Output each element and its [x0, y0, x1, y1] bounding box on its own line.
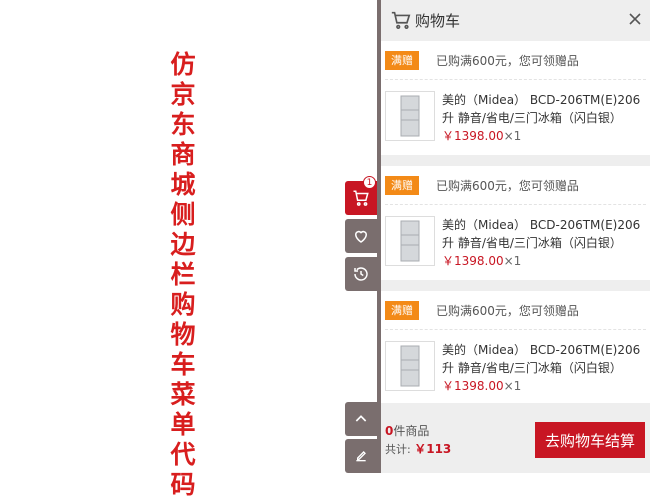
- price-value: ￥1398.00: [442, 379, 504, 393]
- price-value: ￥1398.00: [442, 254, 504, 268]
- cart-total: 共计: ￥113: [385, 440, 451, 457]
- close-icon[interactable]: [628, 12, 642, 26]
- cart-icon: [353, 190, 369, 206]
- edit-icon: [356, 451, 366, 462]
- promo-text: 已购满600元，您可领赠品: [436, 178, 579, 193]
- product-name[interactable]: 美的（Midea） BCD-206TM(E)206升 静音/省电/三门冰箱（闪白…: [442, 216, 648, 252]
- promo-row: 满赠 已购满600元，您可领赠品: [385, 41, 646, 80]
- promo-tag: 满赠: [385, 50, 419, 70]
- history-icon: [354, 267, 368, 281]
- quantity: ×1: [503, 129, 522, 143]
- cart-item[interactable]: 美的（Midea） BCD-206TM(E)206升 静音/省电/三门冰箱（闪白…: [381, 205, 650, 285]
- product-thumbnail[interactable]: [385, 216, 435, 266]
- product-thumbnail[interactable]: [385, 341, 435, 391]
- fridge-image: [400, 220, 420, 262]
- checkout-button[interactable]: 去购物车结算: [535, 422, 645, 458]
- heart-icon: [354, 230, 368, 243]
- item-count: 0件商品: [385, 422, 429, 439]
- item-count-label: 件商品: [393, 424, 430, 438]
- promo-text: 已购满600元，您可领赠品: [436, 53, 579, 68]
- cart-group: 满赠 已购满600元，您可领赠品 美的（Midea） BCD-206TM(E)2…: [381, 41, 650, 155]
- promo-text: 已购满600元，您可领赠品: [436, 303, 579, 318]
- cart-item[interactable]: 美的（Midea） BCD-206TM(E)206升 静音/省电/三门冰箱（闪白…: [381, 80, 650, 160]
- sidebar-toolbar: 1: [345, 0, 377, 473]
- product-name[interactable]: 美的（Midea） BCD-206TM(E)206升 静音/省电/三门冰箱（闪白…: [442, 341, 648, 377]
- fridge-image: [400, 95, 420, 137]
- promo-row: 满赠 已购满600元，您可领赠品: [385, 291, 646, 330]
- cart-icon: [391, 11, 411, 29]
- price-value: ￥1398.00: [442, 129, 504, 143]
- promo-tag: 满赠: [385, 175, 419, 195]
- fridge-image: [400, 345, 420, 387]
- promo-row: 满赠 已购满600元，您可领赠品: [385, 166, 646, 205]
- product-price: ￥1398.00×1: [442, 127, 521, 144]
- product-name[interactable]: 美的（Midea） BCD-206TM(E)206升 静音/省电/三门冰箱（闪白…: [442, 91, 648, 127]
- promo-tag: 满赠: [385, 300, 419, 320]
- product-price: ￥1398.00×1: [442, 377, 521, 394]
- cart-group: 满赠 已购满600元，您可领赠品 美的（Midea） BCD-206TM(E)2…: [381, 291, 650, 403]
- toolbar-feedback-button[interactable]: [345, 439, 377, 473]
- cart-panel: 购物车 满赠 已购满600元，您可领赠品 美的（Midea） BCD-206TM…: [381, 0, 650, 473]
- product-price: ￥1398.00×1: [442, 252, 521, 269]
- cart-panel-title: 购物车: [415, 11, 461, 30]
- cart-count-badge: 1: [363, 176, 376, 189]
- chevron-up-icon: [355, 415, 367, 422]
- quantity: ×1: [503, 379, 522, 393]
- toolbar-history-button[interactable]: [345, 257, 377, 291]
- total-value: ￥113: [414, 442, 452, 456]
- cart-group: 满赠 已购满600元，您可领赠品 美的（Midea） BCD-206TM(E)2…: [381, 166, 650, 280]
- toolbar-cart-button[interactable]: 1: [345, 176, 377, 215]
- product-thumbnail[interactable]: [385, 91, 435, 141]
- page-title: 仿京东商城侧边栏购物车菜单代码: [170, 50, 196, 499]
- quantity: ×1: [503, 254, 522, 268]
- cart-footer: 0件商品 共计: ￥113 去购物车结算: [381, 405, 650, 473]
- total-label: 共计:: [385, 443, 411, 456]
- cart-panel-header: 购物车: [381, 0, 650, 40]
- toolbar-favorites-button[interactable]: [345, 219, 377, 253]
- toolbar-back-to-top-button[interactable]: [345, 402, 377, 436]
- cart-item[interactable]: 美的（Midea） BCD-206TM(E)206升 静音/省电/三门冰箱（闪白…: [381, 330, 650, 410]
